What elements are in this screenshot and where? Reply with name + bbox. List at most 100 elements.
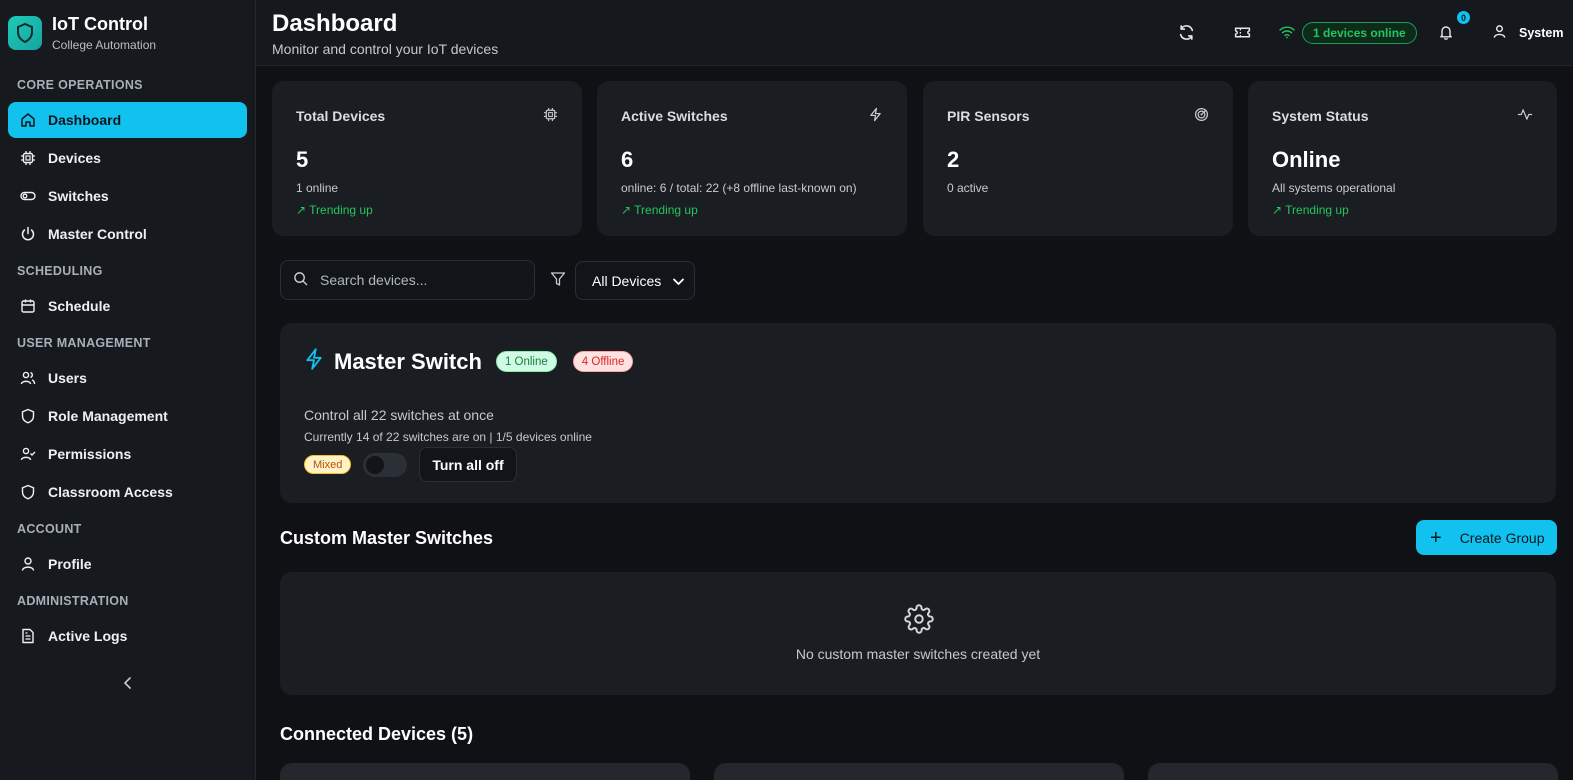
custom-switches-empty-state: No custom master switches created yet bbox=[280, 572, 1556, 695]
chevron-down-icon bbox=[673, 273, 684, 289]
device-card[interactable] bbox=[714, 763, 1124, 780]
stat-card-total-devices: Total Devices 5 1 online ↗ Trending up bbox=[272, 81, 582, 236]
sidebar-item-schedule[interactable]: Schedule bbox=[8, 288, 247, 324]
zap-icon bbox=[868, 107, 883, 125]
main-content: Dashboard Monitor and control your IoT d… bbox=[256, 0, 1573, 780]
stat-title: Total Devices bbox=[296, 108, 386, 124]
notifications-button[interactable] bbox=[1436, 22, 1456, 42]
create-group-button[interactable]: + Create Group bbox=[1416, 520, 1557, 555]
stat-card-system-status: System Status Online All systems operati… bbox=[1248, 81, 1557, 236]
mixed-state-badge: Mixed bbox=[304, 455, 352, 474]
stat-card-active-switches: Active Switches 6 online: 6 / total: 22 … bbox=[597, 81, 907, 236]
section-label-user-management: USER MANAGEMENT bbox=[17, 336, 151, 350]
turn-all-off-button[interactable]: Turn all off bbox=[419, 447, 517, 482]
search-icon bbox=[293, 271, 308, 289]
stat-sub: online: 6 / total: 22 (+8 offline last-k… bbox=[621, 181, 857, 195]
brand: IoT Control College Automation bbox=[0, 0, 255, 66]
stat-card-pir-sensors: PIR Sensors 2 0 active bbox=[923, 81, 1233, 236]
brand-subtitle: College Automation bbox=[52, 38, 157, 52]
app-root: IoT Control College Automation CORE OPER… bbox=[0, 0, 1573, 780]
device-filter-select[interactable]: All Devices bbox=[575, 261, 695, 300]
stat-value: 5 bbox=[296, 147, 309, 172]
stat-title: System Status bbox=[1272, 108, 1369, 124]
stat-trend: ↗ Trending up bbox=[621, 203, 698, 217]
connected-devices-heading: Connected Devices (5) bbox=[280, 724, 474, 744]
toggle-knob bbox=[366, 455, 385, 474]
stat-title: Active Switches bbox=[621, 108, 728, 124]
stat-trend: ↗ Trending up bbox=[1272, 203, 1349, 217]
ticket-button[interactable] bbox=[1232, 22, 1252, 42]
sidebar-item-classroom-access[interactable]: Classroom Access bbox=[8, 474, 247, 510]
user-menu[interactable]: System bbox=[1492, 24, 1563, 42]
device-card[interactable] bbox=[280, 763, 690, 780]
home-icon bbox=[20, 112, 36, 128]
stat-trend: ↗ Trending up bbox=[296, 203, 373, 217]
custom-master-switches-heading: Custom Master Switches bbox=[280, 528, 494, 548]
stat-sub: 1 online bbox=[296, 181, 339, 195]
sidebar-item-label: Switches bbox=[48, 188, 109, 204]
calendar-icon bbox=[20, 298, 36, 314]
section-label-account: ACCOUNT bbox=[17, 522, 82, 536]
sidebar-item-master-control[interactable]: Master Control bbox=[8, 216, 247, 252]
refresh-icon bbox=[1179, 24, 1193, 40]
cpu-icon bbox=[543, 107, 558, 125]
section-label-administration: ADMINISTRATION bbox=[17, 594, 129, 608]
sidebar-item-profile[interactable]: Profile bbox=[8, 546, 247, 582]
shield-icon bbox=[20, 484, 36, 500]
shield-logo-icon bbox=[8, 16, 42, 50]
plus-icon: + bbox=[1430, 526, 1442, 549]
ticket-icon bbox=[1234, 27, 1250, 37]
sidebar: IoT Control College Automation CORE OPER… bbox=[0, 0, 256, 780]
users-icon bbox=[20, 370, 36, 386]
sidebar-item-active-logs[interactable]: Active Logs bbox=[8, 618, 247, 654]
sidebar-item-permissions[interactable]: Permissions bbox=[8, 436, 247, 472]
stat-sub: All systems operational bbox=[1272, 181, 1396, 195]
top-bar: Dashboard Monitor and control your IoT d… bbox=[256, 0, 1573, 66]
filter-icon bbox=[550, 271, 568, 289]
sidebar-item-label: Role Management bbox=[48, 408, 168, 424]
sidebar-item-label: Classroom Access bbox=[48, 484, 173, 500]
device-card[interactable] bbox=[1148, 763, 1558, 780]
stat-value: 6 bbox=[621, 147, 634, 172]
user-name: System bbox=[1519, 26, 1564, 40]
search-input[interactable]: Search devices... bbox=[280, 260, 535, 300]
sidebar-item-label: Users bbox=[48, 370, 87, 386]
sidebar-item-label: Schedule bbox=[48, 298, 111, 314]
notification-count-badge: 0 bbox=[1457, 11, 1470, 24]
online-count-badge: 1 Online bbox=[495, 351, 557, 372]
sidebar-item-label: Dashboard bbox=[48, 112, 122, 128]
radar-icon bbox=[1194, 107, 1209, 125]
refresh-button[interactable] bbox=[1176, 22, 1196, 42]
user-check-icon bbox=[20, 446, 36, 462]
stat-value: Online bbox=[1272, 147, 1341, 172]
master-switch-panel: Master Switch 1 Online 4 Offline Control… bbox=[280, 323, 1556, 503]
section-label-scheduling: SCHEDULING bbox=[17, 264, 103, 278]
master-toggle[interactable] bbox=[363, 452, 408, 477]
stat-title: PIR Sensors bbox=[947, 108, 1030, 124]
wifi-icon bbox=[1277, 22, 1297, 42]
page-subtitle: Monitor and control your IoT devices bbox=[272, 41, 499, 57]
sidebar-item-switches[interactable]: Switches bbox=[8, 178, 247, 214]
user-icon bbox=[20, 556, 36, 572]
create-group-label: Create Group bbox=[1459, 529, 1545, 546]
sidebar-item-role-management[interactable]: Role Management bbox=[8, 398, 247, 434]
activity-icon bbox=[1517, 107, 1533, 125]
master-switch-description: Control all 22 switches at once bbox=[304, 407, 494, 423]
stat-sub: 0 active bbox=[947, 181, 989, 195]
sidebar-item-dashboard[interactable]: Dashboard bbox=[8, 102, 247, 138]
devices-online-status: 1 devices online bbox=[1302, 22, 1417, 44]
master-switch-status-note: Currently 14 of 22 switches are on | 1/5… bbox=[304, 430, 592, 444]
sidebar-item-users[interactable]: Users bbox=[8, 360, 247, 396]
user-icon bbox=[1492, 24, 1507, 42]
page-title: Dashboard bbox=[272, 10, 398, 37]
search-placeholder: Search devices... bbox=[320, 272, 428, 288]
sidebar-item-devices[interactable]: Devices bbox=[8, 140, 247, 176]
file-text-icon bbox=[20, 628, 36, 644]
collapse-sidebar-button[interactable] bbox=[117, 672, 139, 694]
sidebar-item-label: Devices bbox=[48, 150, 101, 166]
toggle-icon bbox=[20, 188, 36, 204]
section-label-core: CORE OPERATIONS bbox=[17, 78, 143, 92]
settings-icon bbox=[904, 604, 934, 634]
sidebar-item-label: Permissions bbox=[48, 446, 132, 462]
bell-icon bbox=[1440, 26, 1452, 40]
